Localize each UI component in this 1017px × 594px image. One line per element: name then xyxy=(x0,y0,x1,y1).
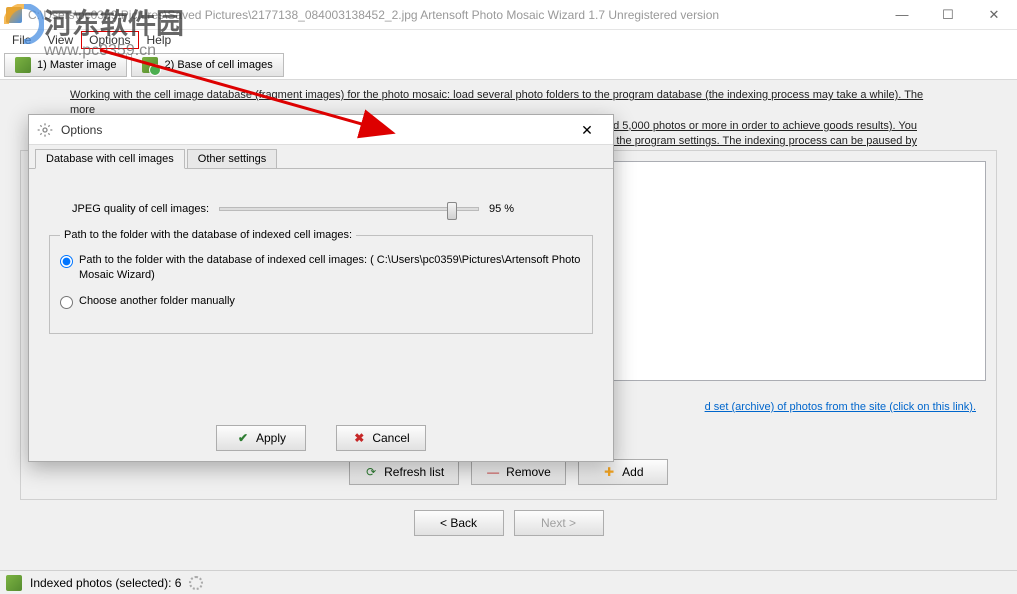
btn-label: Cancel xyxy=(372,431,409,445)
app-icon xyxy=(6,7,22,23)
panel-buttons: ⟳ Refresh list — Remove ✚ Add xyxy=(21,459,996,485)
cross-icon: ✖ xyxy=(352,431,366,445)
step-master-image[interactable]: 1) Master image xyxy=(4,53,127,77)
btn-label: Remove xyxy=(506,465,551,479)
add-button[interactable]: ✚ Add xyxy=(578,459,668,485)
menubar: File View Options Help xyxy=(0,30,1017,50)
step-label: 1) Master image xyxy=(37,59,116,71)
path-fieldset: Path to the folder with the database of … xyxy=(49,229,593,334)
radio-default-input[interactable] xyxy=(60,255,73,268)
menu-options[interactable]: Options xyxy=(81,31,138,49)
options-dialog: Options ✕ Database with cell images Othe… xyxy=(28,114,614,462)
jpeg-value: 95 % xyxy=(489,203,514,215)
radio-choose-input[interactable] xyxy=(60,296,73,309)
gear-icon xyxy=(37,122,53,138)
menu-help[interactable]: Help xyxy=(139,31,180,49)
step-base-cell-images[interactable]: 2) Base of cell images xyxy=(131,53,283,77)
fieldset-legend: Path to the folder with the database of … xyxy=(60,229,356,241)
jpeg-label: JPEG quality of cell images: xyxy=(49,203,209,215)
dialog-titlebar: Options ✕ xyxy=(29,115,613,145)
close-button[interactable]: ✕ xyxy=(971,0,1017,30)
status-text: Indexed photos (selected): 6 xyxy=(30,576,181,590)
radio-default-path[interactable]: Path to the folder with the database of … xyxy=(60,253,582,284)
radio-label: Choose another folder manually xyxy=(79,294,235,309)
window-title: C:\Users\pc0359\Pictures\Saved Pictures\… xyxy=(28,8,879,22)
statusbar: Indexed photos (selected): 6 xyxy=(0,570,1017,594)
btn-label: Refresh list xyxy=(384,465,444,479)
minus-icon: — xyxy=(486,465,500,479)
jpeg-quality-row: JPEG quality of cell images: 95 % xyxy=(49,203,593,215)
maximize-button[interactable]: ☐ xyxy=(925,0,971,30)
refresh-icon: ⟳ xyxy=(364,465,378,479)
dialog-buttons: ✔ Apply ✖ Cancel xyxy=(29,425,613,451)
window-controls: — ☐ ✕ xyxy=(879,0,1017,30)
btn-label: Apply xyxy=(256,431,286,445)
slider-thumb[interactable] xyxy=(447,202,457,220)
remove-button[interactable]: — Remove xyxy=(471,459,566,485)
dialog-body: JPEG quality of cell images: 95 % Path t… xyxy=(29,169,613,334)
radio-label: Path to the folder with the database of … xyxy=(79,253,582,284)
tab-database[interactable]: Database with cell images xyxy=(35,149,185,169)
cancel-button[interactable]: ✖ Cancel xyxy=(336,425,426,451)
dialog-tabs: Database with cell images Other settings xyxy=(29,145,613,169)
download-archive-link[interactable]: d set (archive) of photos from the site … xyxy=(705,401,976,413)
wizard-steps: 1) Master image 2) Base of cell images xyxy=(0,50,1017,80)
jpeg-quality-slider[interactable] xyxy=(219,207,479,211)
apply-button[interactable]: ✔ Apply xyxy=(216,425,306,451)
menu-file[interactable]: File xyxy=(4,31,39,49)
check-icon: ✔ xyxy=(236,431,250,445)
titlebar: C:\Users\pc0359\Pictures\Saved Pictures\… xyxy=(0,0,1017,30)
plus-icon: ✚ xyxy=(602,465,616,479)
images-stack-icon xyxy=(142,57,158,73)
wizard-nav: < Back Next > xyxy=(0,510,1017,536)
refresh-list-button[interactable]: ⟳ Refresh list xyxy=(349,459,459,485)
back-button[interactable]: < Back xyxy=(414,510,504,536)
next-button[interactable]: Next > xyxy=(514,510,604,536)
dialog-close-button[interactable]: ✕ xyxy=(567,119,607,141)
radio-choose-folder[interactable]: Choose another folder manually xyxy=(60,294,582,309)
image-icon xyxy=(15,57,31,73)
spinner-icon xyxy=(189,576,203,590)
step-label: 2) Base of cell images xyxy=(164,59,272,71)
tab-other-settings[interactable]: Other settings xyxy=(187,149,277,168)
menu-view[interactable]: View xyxy=(39,31,81,49)
indexed-icon xyxy=(6,575,22,591)
minimize-button[interactable]: — xyxy=(879,0,925,30)
dialog-title: Options xyxy=(61,123,102,137)
btn-label: Add xyxy=(622,465,643,479)
